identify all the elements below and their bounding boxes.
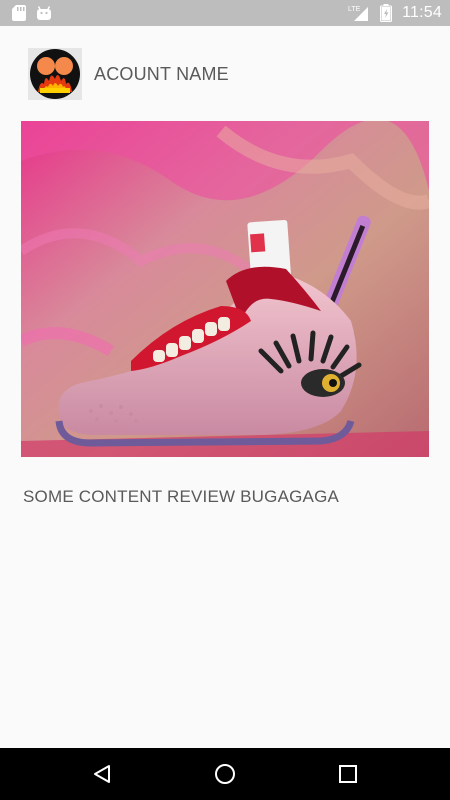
status-time: 11:54 xyxy=(402,4,442,21)
post-image[interactable] xyxy=(21,121,429,457)
account-name[interactable]: ACOUNT NAME xyxy=(94,64,229,85)
app-screen: LTE 11:54 ACOUNT NAME SOME CONTENT REVIE… xyxy=(0,0,450,800)
recents-icon xyxy=(339,765,358,783)
status-right: LTE 11:54 xyxy=(348,4,442,22)
post-content-text: SOME CONTENT REVIEW BUGAGAGA xyxy=(23,487,340,506)
back-button[interactable] xyxy=(78,750,126,798)
signal-icon: LTE xyxy=(348,4,370,22)
android-icon xyxy=(36,5,52,21)
back-icon xyxy=(93,765,110,783)
avatar-fire-logo-icon xyxy=(30,49,80,99)
navigation-bar xyxy=(0,748,450,800)
recents-button[interactable] xyxy=(324,750,372,798)
avatar[interactable] xyxy=(28,48,82,100)
home-button[interactable] xyxy=(201,750,249,798)
account-header[interactable]: ACOUNT NAME xyxy=(28,48,229,100)
battery-icon xyxy=(380,4,393,22)
status-left xyxy=(12,5,52,21)
status-bar: LTE 11:54 xyxy=(0,0,450,26)
home-icon xyxy=(214,764,235,784)
network-type-label: LTE xyxy=(348,6,361,13)
sd-card-icon xyxy=(12,5,26,21)
